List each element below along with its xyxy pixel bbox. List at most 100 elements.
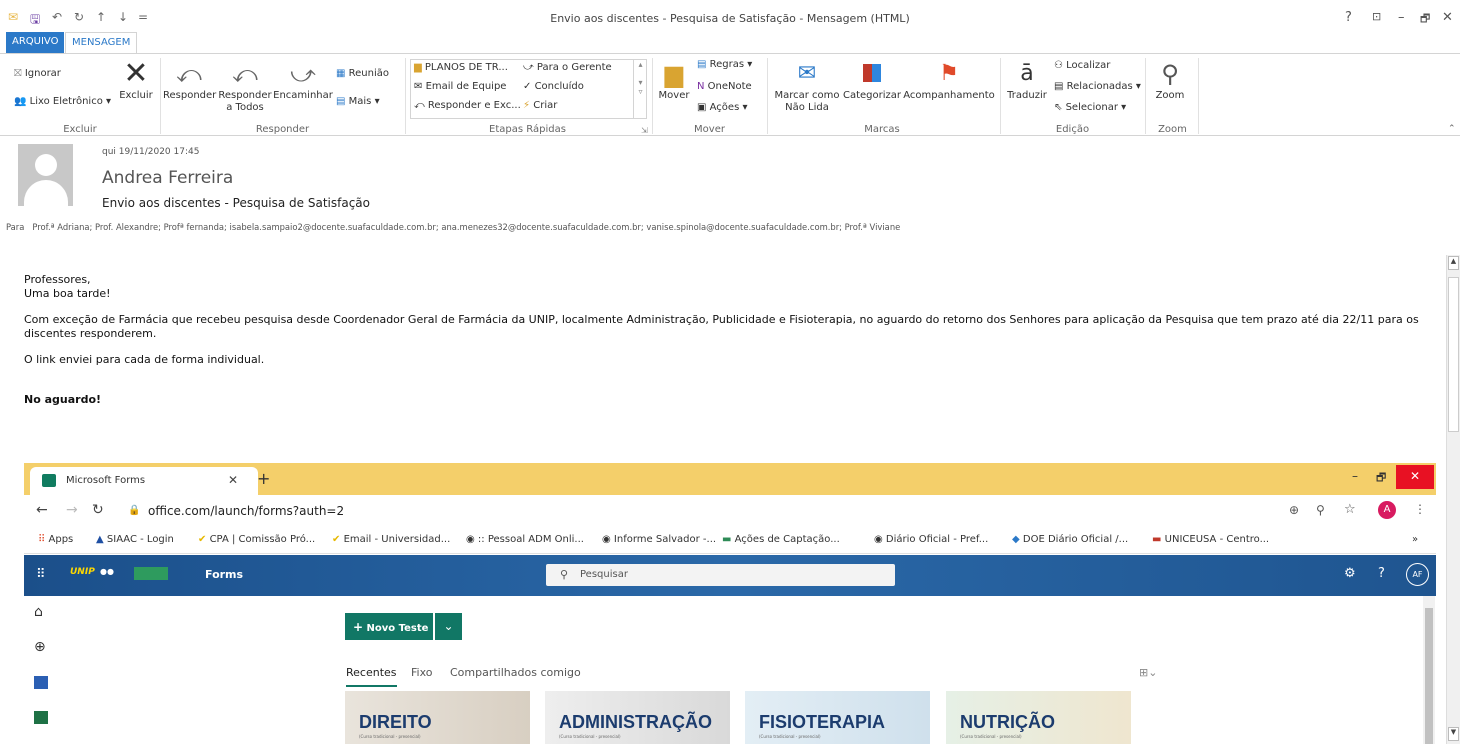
zoom-icon[interactable]: ⚲: [1316, 503, 1325, 517]
form-card-fisioterapia[interactable]: FISIOTERAPIA (Curso tradicional - presen…: [745, 691, 930, 744]
bookmark-label: Ações de Captação...: [734, 534, 840, 545]
traduzir-button[interactable]: ā Traduzir: [1004, 58, 1050, 102]
ignorar-button[interactable]: ⛝ Ignorar: [14, 68, 61, 79]
quickstep-responder-exc[interactable]: ⤺ Responder e Exc...: [414, 100, 521, 111]
forward-manager-icon: ⤻: [523, 62, 534, 73]
tab-compartilhados[interactable]: Compartilhados comigo: [450, 666, 581, 679]
selecionar-button[interactable]: ⇖ Selecionar ▾: [1054, 102, 1126, 113]
close-icon[interactable]: ✕: [1442, 10, 1453, 25]
acoes-button[interactable]: ▣ Ações ▾: [697, 102, 747, 113]
excel-icon[interactable]: [34, 711, 48, 724]
forms-app-name[interactable]: Forms: [205, 568, 243, 581]
browser-restore-icon[interactable]: 🗗: [1376, 469, 1386, 488]
localizar-button[interactable]: ⚇ Localizar: [1054, 60, 1110, 71]
dialog-launcher-icon[interactable]: ⇲: [641, 126, 648, 135]
objetivo-logo: ●●: [100, 567, 114, 576]
responder-todos-button[interactable]: ⤺ Responder a Todos: [218, 58, 272, 114]
help-icon[interactable]: ?: [1345, 10, 1352, 25]
reuniao-button[interactable]: ▦ Reunião: [336, 68, 389, 79]
quickstep-criar[interactable]: ⚡ Criar: [523, 100, 557, 111]
zoom-button[interactable]: ⚲ Zoom: [1150, 58, 1190, 102]
new-dropdown-chevron-icon[interactable]: ⌄: [435, 613, 462, 640]
url-text[interactable]: office.com/launch/forms?auth=2: [148, 504, 344, 518]
responder-button[interactable]: ⤺ Responder: [163, 58, 216, 102]
mover-button[interactable]: ▆ Mover: [656, 58, 692, 102]
bookmark-apps[interactable]: ⠿ Apps: [38, 534, 73, 545]
onenote-button[interactable]: N OneNote: [697, 81, 752, 92]
group-label-excluir: Excluir: [63, 124, 97, 135]
quickstep-para-gerente[interactable]: ⤻ Para o Gerente: [523, 62, 612, 73]
acompanhamento-button[interactable]: ⚑ Acompanhamento: [903, 58, 995, 102]
bookmark-diario[interactable]: ◉ Diário Oficial - Pref...: [874, 534, 988, 545]
add-icon[interactable]: ⊕: [1289, 503, 1299, 517]
browser-tab[interactable]: Microsoft Forms ✕: [30, 467, 258, 495]
mais-button[interactable]: ▤ Mais ▾: [336, 96, 380, 107]
recipients-list[interactable]: Prof.ª Adriana; Prof. Alexandre; Profª f…: [32, 222, 900, 232]
back-icon[interactable]: ←: [36, 502, 48, 518]
settings-gear-icon[interactable]: ⚙: [1344, 566, 1356, 581]
quick-steps-scroll[interactable]: ▴ ▾ ▿: [633, 60, 647, 118]
user-avatar[interactable]: AF: [1406, 563, 1429, 586]
form-card-administracao[interactable]: ADMINISTRAÇÃO (Curso tradicional - prese…: [545, 691, 730, 744]
recipients-line: Para Prof.ª Adriana; Prof. Alexandre; Pr…: [6, 222, 900, 232]
bookmark-doe[interactable]: ◆ DOE Diário Oficial /...: [1012, 534, 1128, 545]
embedded-browser-screenshot: Microsoft Forms ✕ + – 🗗 ✕ ← → ↻ 🔒 office…: [24, 463, 1436, 744]
browser-close-icon[interactable]: ✕: [1396, 465, 1434, 489]
tab-recentes[interactable]: Recentes: [346, 666, 397, 687]
word-icon[interactable]: [34, 676, 48, 689]
forward-icon: ⤻: [290, 60, 316, 88]
bookmark-siaac[interactable]: ▲ SIAAC - Login: [96, 534, 174, 545]
forms-scroll-thumb[interactable]: [1425, 608, 1433, 744]
reload-icon[interactable]: ↻: [92, 502, 104, 518]
bookmark-acoes[interactable]: ▬ Ações de Captação...: [722, 534, 840, 545]
sender-name[interactable]: Andrea Ferreira: [102, 168, 233, 188]
create-icon[interactable]: ⊕: [34, 639, 46, 655]
form-card-direito[interactable]: DIREITO (Curso tradicional - presencial): [345, 691, 530, 744]
profile-avatar[interactable]: A: [1378, 501, 1396, 519]
novo-teste-button[interactable]: + Novo Teste: [345, 613, 433, 640]
regras-button[interactable]: ▤ Regras ▾: [697, 59, 752, 70]
home-icon[interactable]: ⌂: [34, 604, 43, 620]
encaminhar-button[interactable]: ⤻ Encaminhar: [272, 58, 334, 102]
more-bookmarks-icon[interactable]: »: [1412, 534, 1418, 545]
scroll-up-icon[interactable]: ▲: [1448, 256, 1459, 270]
bookmark-pessoal[interactable]: ◉ :: Pessoal ADM Onli...: [466, 534, 584, 545]
quickstep-email-equipe[interactable]: ✉ Email de Equipe: [414, 81, 506, 92]
new-tab-icon[interactable]: +: [257, 469, 270, 488]
tab-arquivo[interactable]: ARQUIVO: [6, 32, 65, 53]
bookmark-uniceusa[interactable]: ▬ UNICEUSA - Centro...: [1152, 534, 1269, 545]
quickstep-planos[interactable]: ▆ PLANOS DE TR...: [414, 62, 508, 73]
bookmark-cpa[interactable]: ✔ CPA | Comissão Pró...: [198, 534, 315, 545]
bookmark-email[interactable]: ✔ Email - Universidad...: [332, 534, 450, 545]
excluir-button[interactable]: ✕ Excluir: [116, 58, 156, 102]
message-scrollbar[interactable]: ▲ ▼: [1446, 255, 1460, 744]
categorizar-button[interactable]: Categorizar: [843, 58, 901, 102]
lixo-eletronico-button[interactable]: 👥 Lixo Eletrônico ▾: [14, 96, 111, 107]
bookmark-informe[interactable]: ◉ Informe Salvador -...: [602, 534, 716, 545]
forms-search-input[interactable]: ⚲ Pesquisar: [546, 564, 895, 586]
help-question-icon[interactable]: ?: [1378, 566, 1385, 581]
bookmarks-bar: ⠿ Apps ▲ SIAAC - Login ✔ CPA | Comissão …: [24, 528, 1436, 554]
minimize-icon[interactable]: –: [1398, 10, 1405, 25]
ribbon-display-icon[interactable]: ⊡: [1372, 10, 1381, 23]
tab-mensagem[interactable]: MENSAGEM: [65, 32, 138, 53]
collapse-ribbon-icon[interactable]: ⌃: [1448, 124, 1456, 134]
restore-icon[interactable]: 🗗: [1420, 10, 1430, 29]
browser-minimize-icon[interactable]: –: [1352, 469, 1358, 483]
junk-icon: 👥: [14, 96, 27, 107]
view-toggle-icon[interactable]: ⊞⌄: [1139, 666, 1157, 679]
marcar-nao-lida-button[interactable]: ✉ Marcar como Não Lida: [772, 58, 842, 114]
quickstep-concluido[interactable]: ✓ Concluído: [523, 81, 584, 92]
scroll-thumb[interactable]: [1448, 277, 1459, 432]
scroll-down-icon[interactable]: ▼: [1448, 727, 1459, 741]
forms-scrollbar[interactable]: [1423, 596, 1435, 744]
form-card-nutricao[interactable]: NUTRIÇÃO (Curso tradicional - presencial…: [946, 691, 1131, 744]
tab-fixo[interactable]: Fixo: [411, 666, 432, 679]
unip-logo: UNIP: [70, 567, 95, 577]
star-icon[interactable]: ☆: [1344, 502, 1356, 517]
close-tab-icon[interactable]: ✕: [228, 473, 238, 487]
app-launcher-icon[interactable]: ⠿: [36, 567, 46, 582]
relacionadas-button[interactable]: ▤ Relacionadas ▾: [1054, 81, 1141, 92]
forward-icon[interactable]: →: [66, 502, 78, 518]
menu-icon[interactable]: ⋮: [1414, 502, 1426, 516]
